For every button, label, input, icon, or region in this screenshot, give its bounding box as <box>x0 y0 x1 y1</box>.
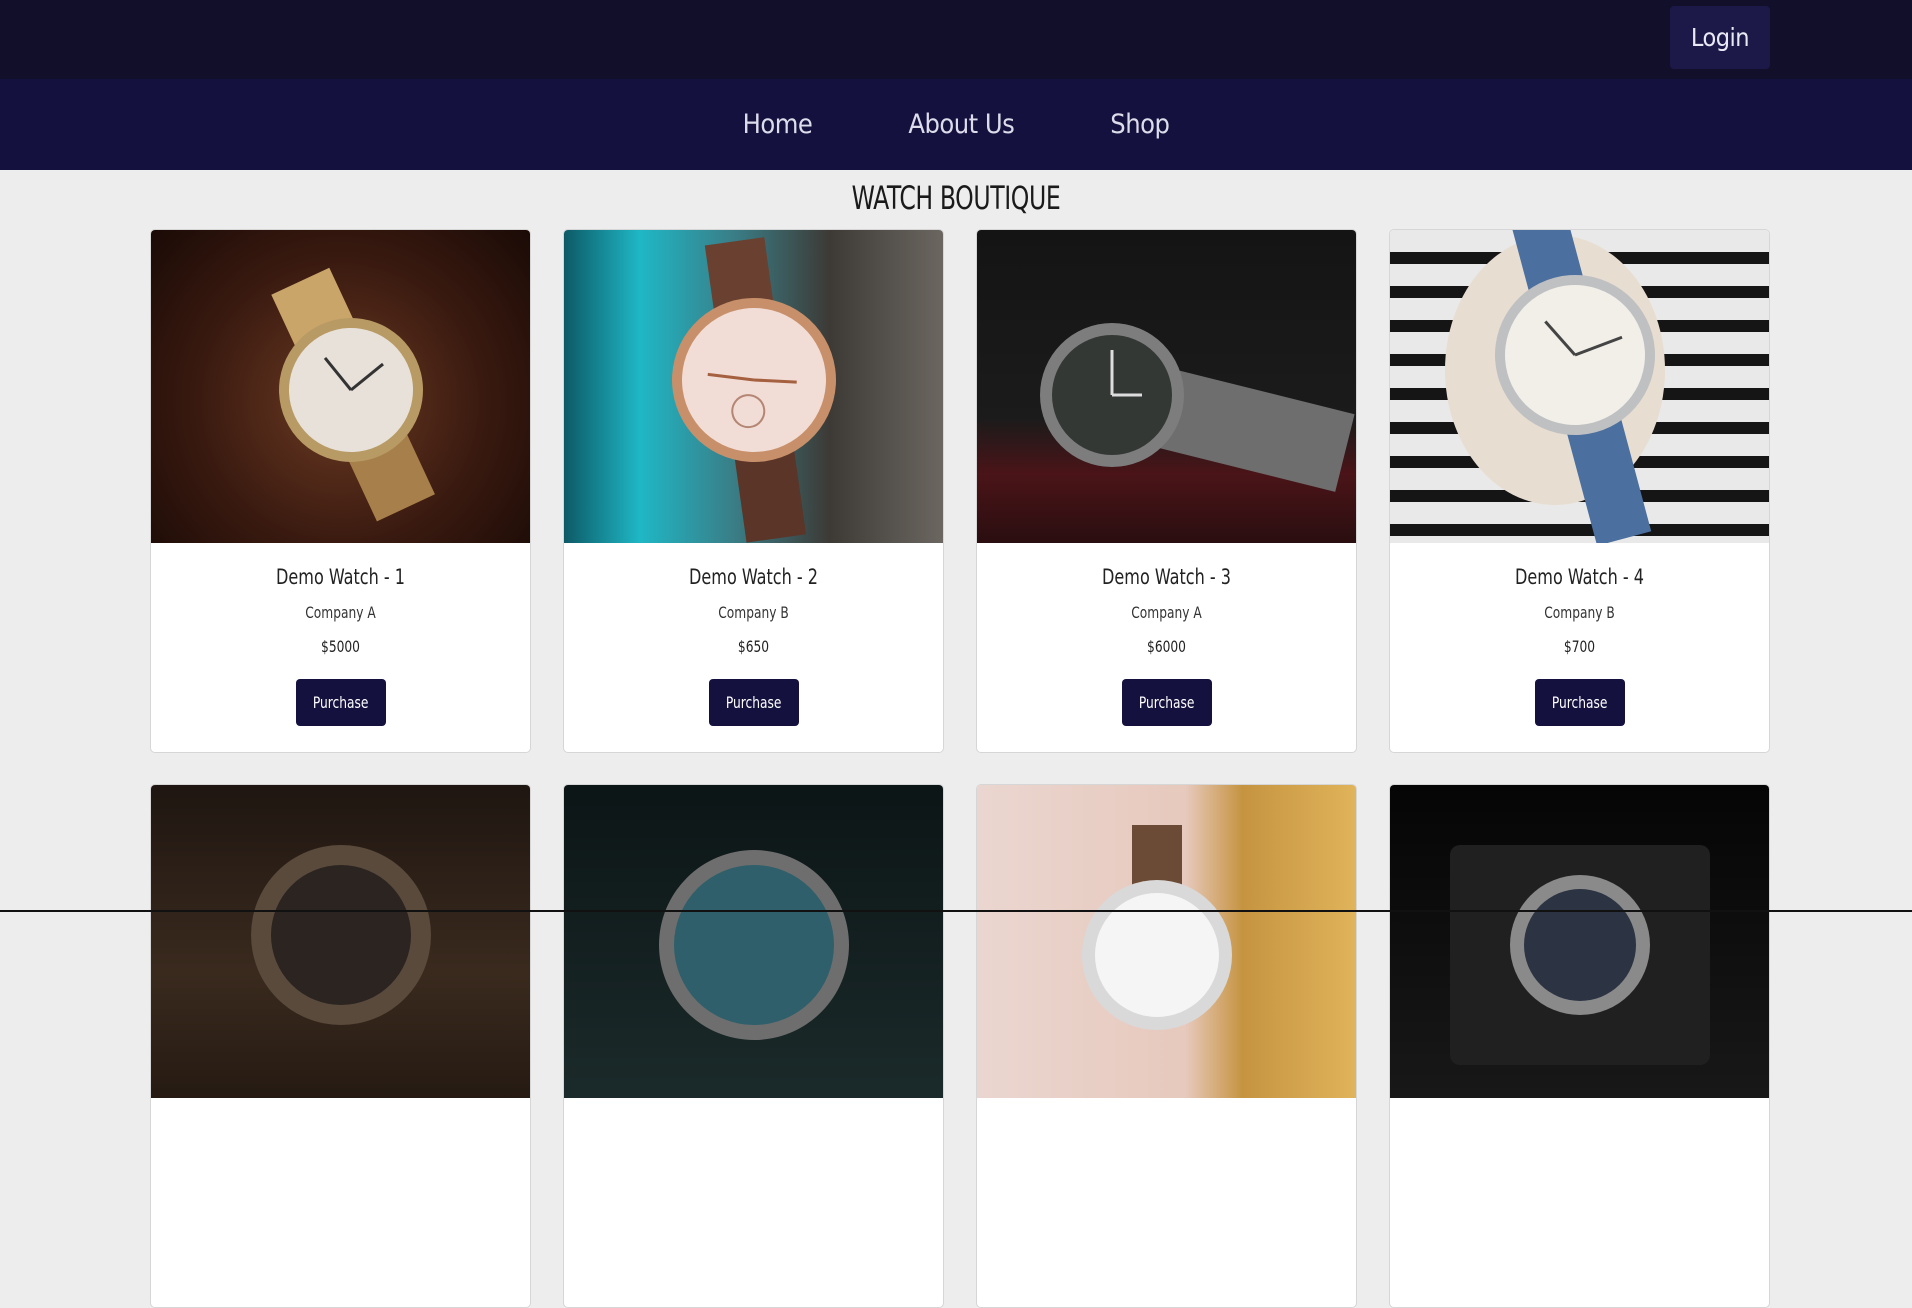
watch-image-icon <box>251 845 431 1025</box>
page-title: WATCH BOUTIQUE <box>851 179 1061 217</box>
nav-item-shop[interactable]: Shop <box>1110 109 1170 140</box>
product-image[interactable] <box>1390 785 1769 1098</box>
product-card <box>150 784 531 1308</box>
watch-image-icon <box>1445 230 1665 543</box>
login-button[interactable]: Login <box>1670 6 1770 69</box>
purchase-button[interactable]: Purchase <box>295 679 386 726</box>
product-name: Demo Watch - 4 <box>1515 565 1644 589</box>
product-price: $700 <box>1563 637 1596 656</box>
product-name: Demo Watch - 3 <box>1102 565 1231 589</box>
product-grid: Demo Watch - 1 Company A $5000 Purchase <box>150 229 1770 1308</box>
product-image[interactable] <box>1390 230 1769 543</box>
product-price: $650 <box>737 637 770 656</box>
top-bar: Login <box>0 0 1912 79</box>
watch-image-icon <box>1450 845 1710 1065</box>
watch-image-icon <box>672 237 836 543</box>
product-company: Company A <box>1131 603 1202 622</box>
nav-item-about-us[interactable]: About Us <box>908 109 1014 140</box>
watch-image-icon <box>1082 825 1232 1030</box>
purchase-button-label: Purchase <box>312 693 369 712</box>
product-company: Company B <box>1544 603 1615 622</box>
product-company: Company A <box>305 603 376 622</box>
product-card <box>1389 784 1770 1308</box>
nav-item-home[interactable]: Home <box>743 109 813 140</box>
product-card: Demo Watch - 2 Company B $650 Purchase <box>563 229 944 753</box>
product-image[interactable] <box>564 785 943 1098</box>
product-card <box>563 784 944 1308</box>
product-card: Demo Watch - 1 Company A $5000 Purchase <box>150 229 531 753</box>
purchase-button[interactable]: Purchase <box>1534 679 1625 726</box>
purchase-button-label: Purchase <box>725 693 782 712</box>
watch-image-icon <box>659 850 849 1040</box>
product-price: $5000 <box>321 637 360 656</box>
product-price: $6000 <box>1147 637 1186 656</box>
product-card: Demo Watch - 3 Company A $6000 Purchase <box>976 229 1357 753</box>
product-image[interactable] <box>977 230 1356 543</box>
watch-image-icon <box>271 267 435 522</box>
product-image[interactable] <box>151 230 530 543</box>
purchase-button[interactable]: Purchase <box>1121 679 1212 726</box>
product-name: Demo Watch - 2 <box>689 565 818 589</box>
product-image[interactable] <box>977 785 1356 1098</box>
purchase-button-label: Purchase <box>1138 693 1195 712</box>
product-card <box>976 784 1357 1308</box>
main-nav: Home About Us Shop <box>0 79 1912 170</box>
product-company: Company B <box>718 603 789 622</box>
product-name: Demo Watch - 1 <box>276 565 405 589</box>
product-image[interactable] <box>151 785 530 1098</box>
purchase-button-label: Purchase <box>1551 693 1608 712</box>
purchase-button[interactable]: Purchase <box>708 679 799 726</box>
product-image[interactable] <box>564 230 943 543</box>
product-card: Demo Watch - 4 Company B $700 Purchase <box>1389 229 1770 753</box>
watch-image-icon <box>1040 323 1355 492</box>
